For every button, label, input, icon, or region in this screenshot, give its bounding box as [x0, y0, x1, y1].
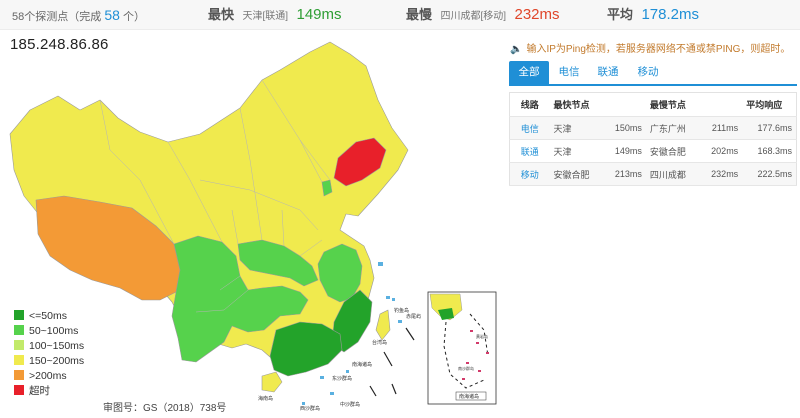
line-link-unicom[interactable]: 联通: [521, 147, 539, 157]
label-diaoyu: 钓鱼岛: [394, 307, 409, 314]
header-line: 线路: [509, 92, 550, 117]
probe-suffix: 个）: [122, 11, 145, 23]
legend-label: 超时: [29, 385, 50, 397]
ping-hint: 🔈 输入IP为Ping检测，若服务器网络不通或禁PING，则超时。: [510, 40, 790, 55]
fast-node: 安徽合肥: [549, 162, 604, 186]
legend-item-3: 150~200ms: [14, 354, 84, 369]
slowest-value: 232ms: [514, 6, 560, 23]
legend-label: 100~150ms: [29, 340, 85, 352]
legend-swatch: [14, 370, 24, 380]
tab-all[interactable]: 全部: [509, 61, 549, 84]
legend-swatch: [14, 325, 24, 335]
map-approval-number: 审图号：GS（2018）738号: [103, 403, 227, 414]
map-region-hainan[interactable]: [261, 371, 283, 393]
probe-count: 58个探测点（完成 58 个）: [12, 0, 145, 30]
slow-node: 四川成都: [645, 162, 700, 186]
fastest-value: 149ms: [296, 6, 342, 23]
legend-swatch: [14, 355, 24, 365]
line-link-mobile[interactable]: 移动: [521, 170, 539, 180]
fast-node: 天津: [549, 139, 604, 163]
label-chiwei: 赤尾屿: [406, 313, 421, 320]
slow-ms: 202ms: [699, 139, 743, 163]
fast-ms: 150ms: [603, 116, 646, 140]
slow-node: 安徽合肥: [645, 139, 700, 163]
fast-ms: 149ms: [603, 139, 646, 163]
legend-label: <=50ms: [29, 310, 67, 322]
legend-label: 50~100ms: [29, 325, 79, 337]
header-fastest: 最快节点: [549, 92, 646, 117]
legend-item-0: <=50ms: [14, 309, 84, 324]
table-row: 电信 天津 150ms 广东广州 211ms 177.6ms: [509, 116, 797, 140]
fastest-stat: 最快 天津[联通] 149ms: [208, 0, 342, 30]
table-header-row: 线路 最快节点 最慢节点 平均响应: [509, 92, 797, 117]
label-inset-huangyan: 黄岩岛: [476, 333, 488, 339]
avg-ms: 168.3ms: [742, 139, 797, 163]
legend-item-5: 超时: [14, 384, 84, 399]
legend-swatch: [14, 340, 24, 350]
fast-ms: 213ms: [603, 162, 646, 186]
avg-ms: 222.5ms: [742, 162, 797, 186]
probe-prefix: 58个探测点（完成: [12, 11, 102, 23]
average-value: 178.2ms: [641, 6, 700, 23]
legend-item-4: >200ms: [14, 369, 84, 384]
slowest-label: 最慢: [406, 7, 433, 22]
results-table: 线路 最快节点 最慢节点 平均响应 电信 天津 150ms 广东广州 211ms…: [509, 92, 797, 186]
fast-node: 天津: [549, 116, 604, 140]
isp-tabs: 全部 电信 联通 移动: [509, 61, 797, 86]
slow-ms: 211ms: [699, 116, 743, 140]
tab-mobile[interactable]: 移动: [629, 61, 667, 84]
header-slowest: 最慢节点: [645, 92, 743, 117]
average-label: 平均: [607, 7, 634, 22]
ping-hint-text: 输入IP为Ping检测，若服务器网络不通或禁PING，则超时。: [526, 44, 791, 55]
slow-ms: 232ms: [699, 162, 743, 186]
stats-bar: 58个探测点（完成 58 个） 最快 天津[联通] 149ms 最慢 四川成都[…: [0, 0, 800, 30]
label-dongsha: 东沙群岛: [332, 375, 352, 382]
map-region-guangdong[interactable]: [269, 321, 343, 377]
average-stat: 平均 178.2ms: [607, 0, 699, 30]
label-xisha: 西沙群岛: [300, 405, 320, 412]
slowest-stat: 最慢 四川成都[移动] 232ms: [406, 0, 560, 30]
label-south-sea: 南海诸岛: [352, 361, 372, 368]
table-row: 联通 天津 149ms 安徽合肥 202ms 168.3ms: [509, 139, 797, 163]
slow-node: 广东广州: [645, 116, 700, 140]
fastest-label: 最快: [208, 7, 235, 22]
fastest-location: 天津[联通]: [242, 11, 289, 22]
tab-unicom[interactable]: 联通: [589, 61, 627, 84]
label-zhongsha: 中沙群岛: [340, 401, 360, 408]
label-taiwan: 台湾岛: [372, 339, 387, 346]
tab-telecom[interactable]: 电信: [551, 61, 587, 84]
label-inset-title: 南海诸岛: [459, 393, 479, 400]
avg-ms: 177.6ms: [742, 116, 797, 140]
legend-label: 150~200ms: [29, 355, 85, 367]
map-region-taiwan[interactable]: [375, 309, 391, 341]
label-hainan: 海南岛: [258, 395, 273, 402]
legend-item-2: 100~150ms: [14, 339, 84, 354]
speaker-icon: 🔈: [510, 44, 523, 55]
label-inset-nansha: 南沙群岛: [458, 365, 474, 371]
probe-done-count: 58: [104, 7, 120, 23]
table-row: 移动 安徽合肥 213ms 四川成都 232ms 222.5ms: [509, 162, 797, 186]
header-avg: 平均响应: [742, 92, 797, 117]
map-legend: <=50ms 50~100ms 100~150ms 150~200ms >200…: [14, 309, 84, 399]
slowest-location: 四川成都[移动]: [440, 11, 507, 22]
legend-item-1: 50~100ms: [14, 324, 84, 339]
legend-label: >200ms: [29, 370, 67, 382]
legend-swatch: [14, 310, 24, 320]
line-link-telecom[interactable]: 电信: [521, 124, 539, 134]
south-china-sea-inset: 黄岩岛 南沙群岛 南海诸岛: [427, 291, 497, 405]
legend-swatch: [14, 385, 24, 395]
